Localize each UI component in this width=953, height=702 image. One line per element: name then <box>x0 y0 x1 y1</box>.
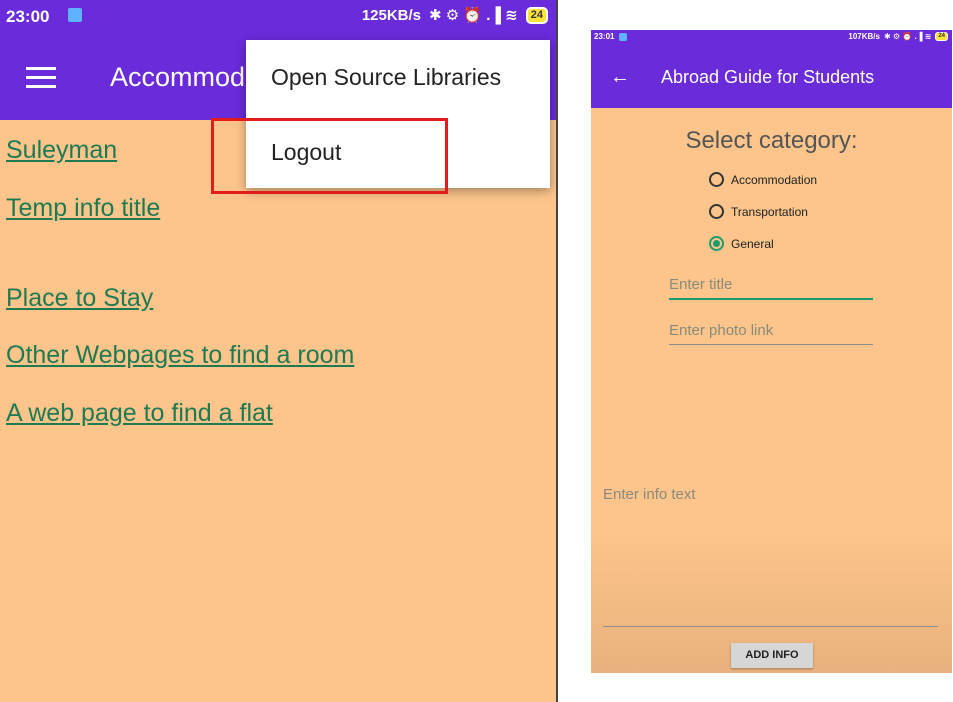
radio-label: Accommodation <box>731 172 818 187</box>
link-place-to-stay[interactable]: Place to Stay <box>6 284 153 313</box>
link-suleyman[interactable]: Suleyman <box>6 136 117 165</box>
info-text-underline <box>603 626 938 627</box>
info-text-input[interactable]: Enter info text <box>603 486 696 503</box>
status-bar: 23:01 107KB/s ✱ ⚙ ⏰ .▐ ≋ 24 <box>591 30 952 46</box>
notification-icon <box>619 33 627 41</box>
title-input[interactable]: Enter title <box>669 276 873 300</box>
status-right: 107KB/s ✱ ⚙ ⏰ .▐ ≋ 24 <box>848 32 948 41</box>
link-other-webpages[interactable]: Other Webpages to find a room <box>6 341 354 370</box>
notification-icon <box>68 8 82 22</box>
photo-link-input[interactable]: Enter photo link <box>669 322 873 345</box>
radio-icon <box>709 204 724 219</box>
radio-label: Transportation <box>731 204 808 219</box>
status-bar: 23:00 125KB/s ✱ ⚙ ⏰ .▐ ≋ 24 <box>0 0 556 34</box>
radio-transportation[interactable]: Transportation <box>709 204 808 219</box>
radio-general[interactable]: General <box>709 236 774 251</box>
back-arrow-icon[interactable]: ← <box>610 66 630 89</box>
select-category-label: Select category: <box>685 127 858 154</box>
app-bar-title: Abroad Guide for Students <box>661 67 875 87</box>
status-icons: ✱ ⚙ ⏰ .▐ ≋ <box>883 32 932 41</box>
menu-item-open-source-libraries[interactable]: Open Source Libraries <box>271 64 501 91</box>
network-speed: 125KB/s <box>361 6 422 24</box>
status-right: 125KB/s ✱ ⚙ ⏰ .▐ ≋ 24 <box>362 6 548 24</box>
link-temp-info-title[interactable]: Temp info title <box>6 194 160 223</box>
status-icons: ✱ ⚙ ⏰ .▐ ≋ <box>429 7 518 24</box>
app-bar: ← Abroad Guide for Students <box>591 46 952 108</box>
radio-icon <box>709 172 724 187</box>
link-find-flat[interactable]: A web page to find a flat <box>6 399 273 428</box>
battery-icon: 24 <box>935 32 948 41</box>
radio-label: General <box>731 236 774 251</box>
network-speed: 107KB/s <box>848 32 880 41</box>
radio-icon <box>709 236 724 251</box>
add-info-button[interactable]: ADD INFO <box>731 643 813 668</box>
radio-accommodation[interactable]: Accommodation <box>709 172 817 187</box>
screen-divider <box>556 0 558 702</box>
battery-icon: 24 <box>525 6 548 24</box>
status-time: 23:00 <box>6 7 50 26</box>
logout-highlight-box <box>211 118 448 194</box>
status-time: 23:01 <box>594 32 615 41</box>
left-phone-screen: 23:00 125KB/s ✱ ⚙ ⏰ .▐ ≋ 24 Accommodatio… <box>0 0 556 702</box>
right-phone-screen: 23:01 107KB/s ✱ ⚙ ⏰ .▐ ≋ 24 ← Abroad Gui… <box>591 30 952 673</box>
menu-icon[interactable] <box>26 67 56 89</box>
